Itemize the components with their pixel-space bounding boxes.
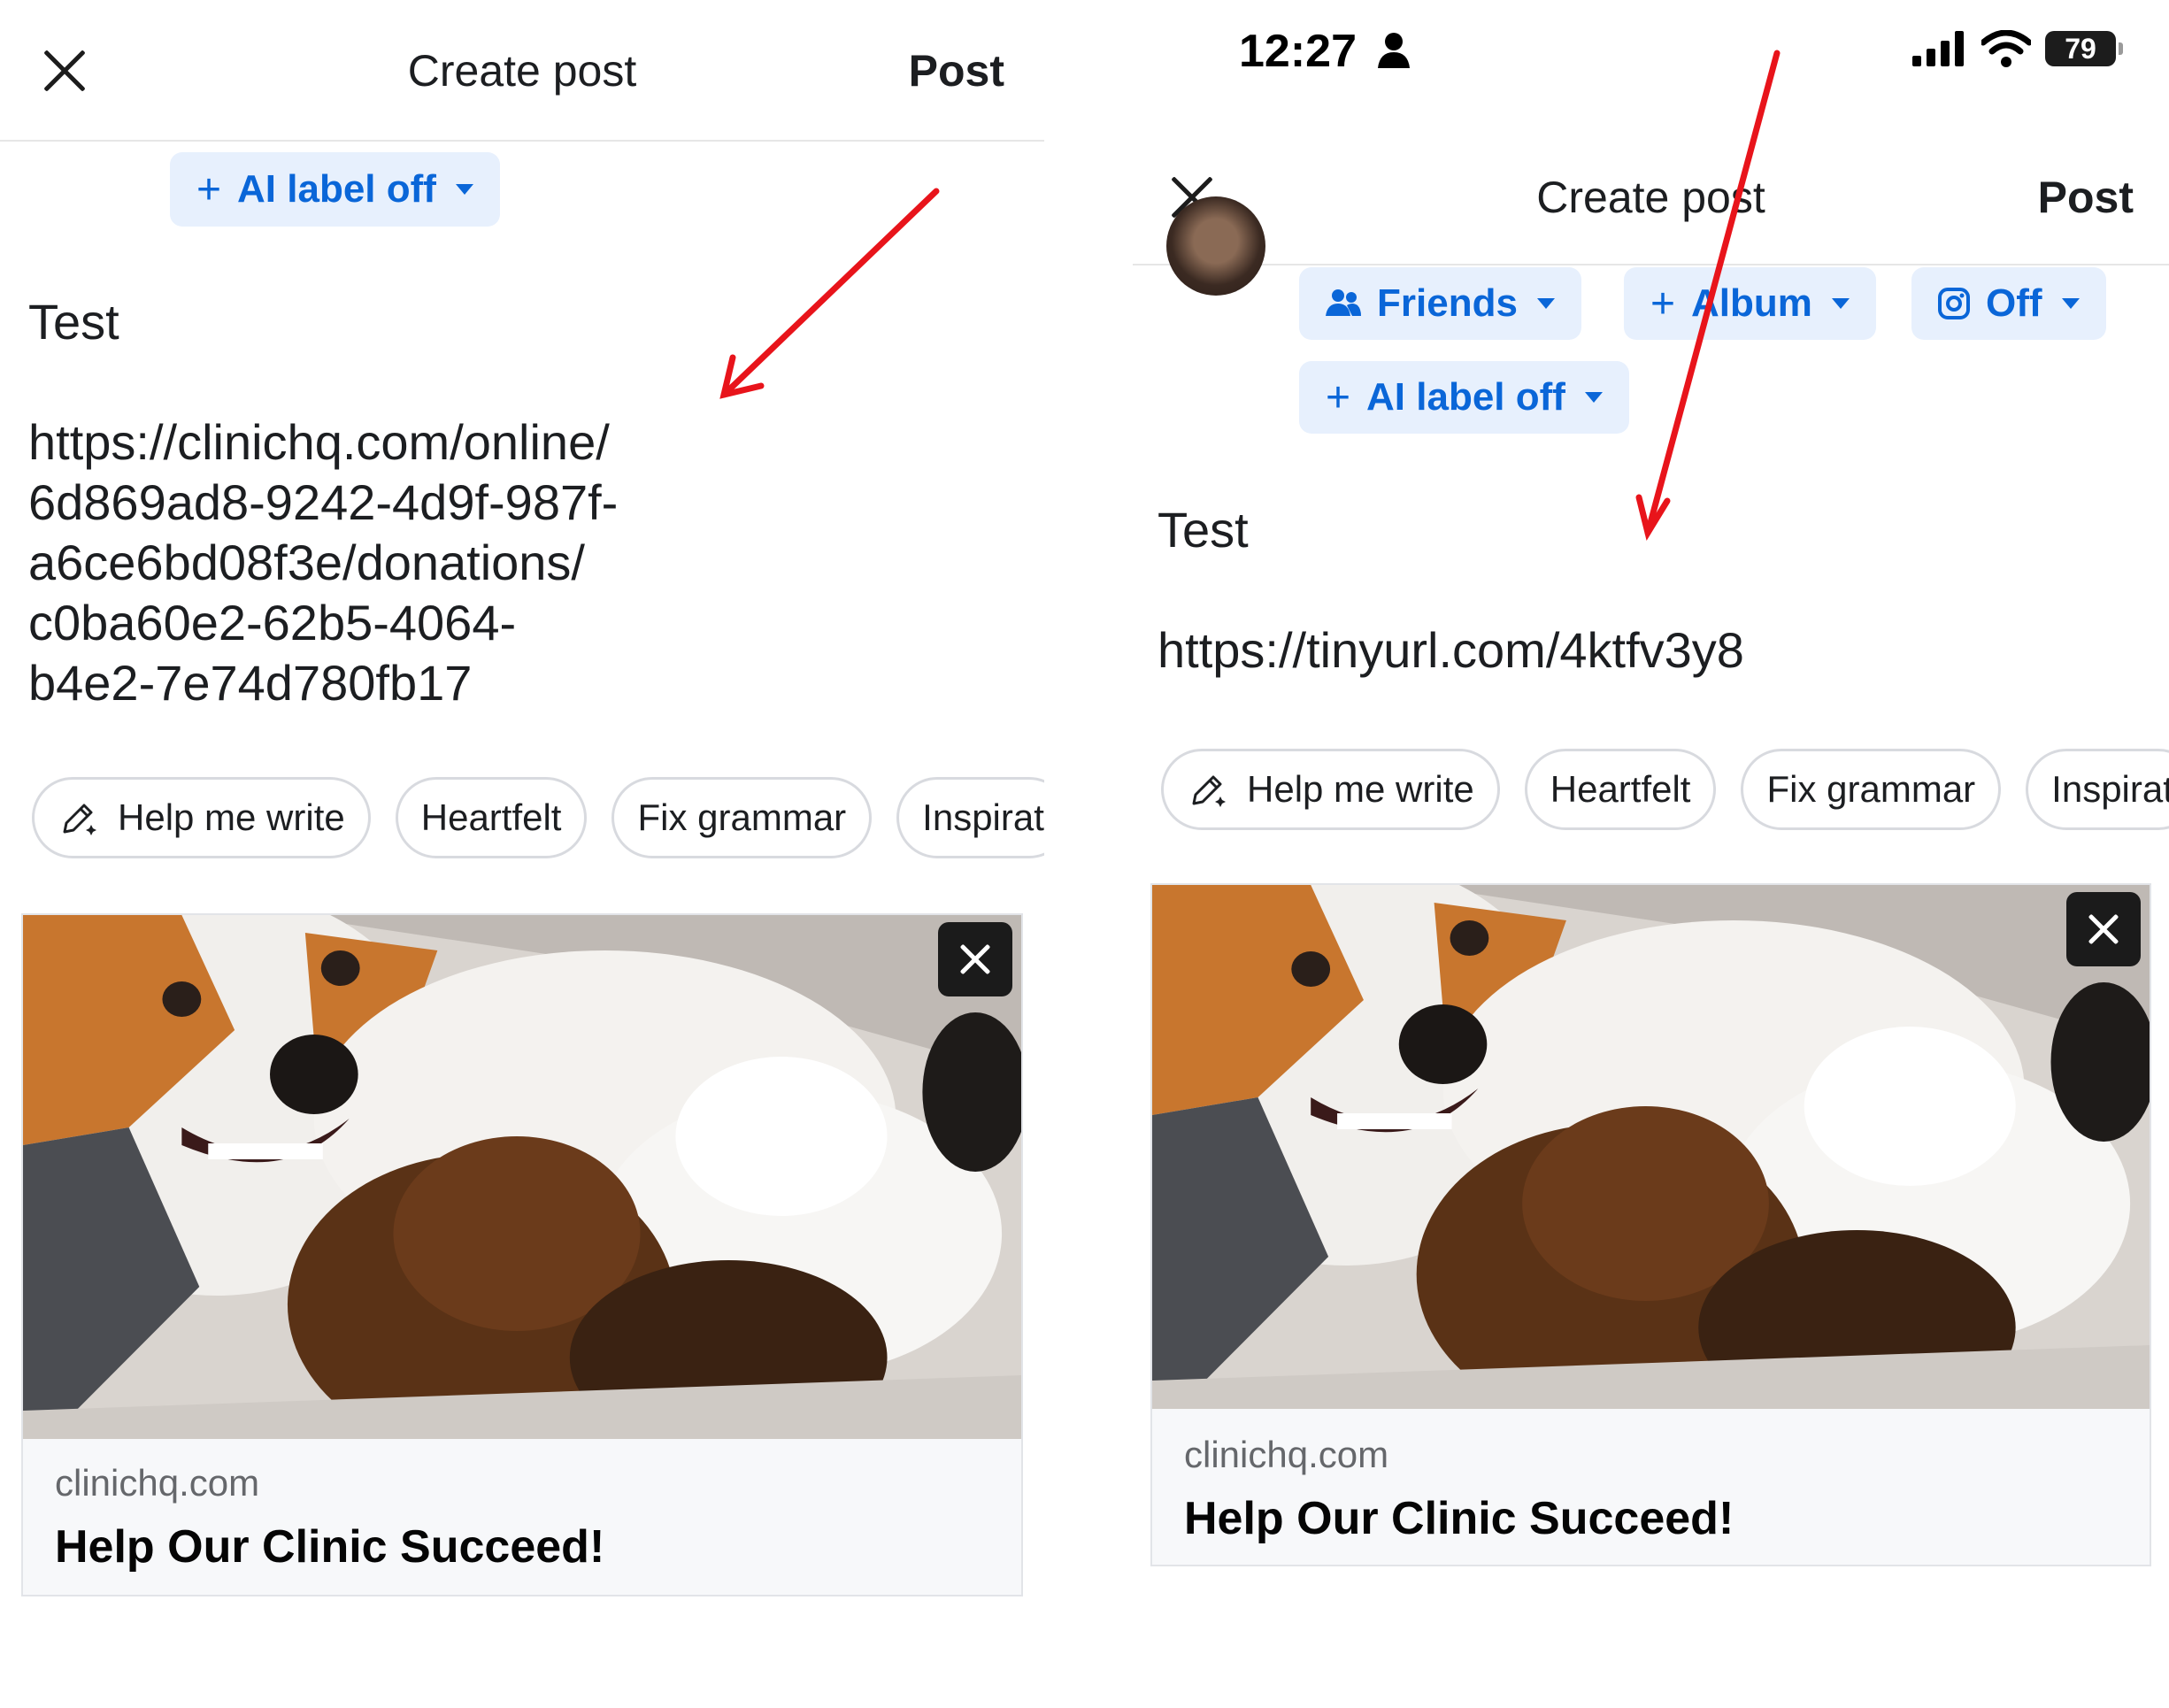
header: Create post Post bbox=[1133, 162, 2169, 233]
chip-label: Inspirat bbox=[2051, 768, 2169, 810]
chip-label: Heartfelt bbox=[1550, 768, 1691, 810]
status-icons: 79 bbox=[1912, 30, 2123, 67]
pencil-sparkle-icon bbox=[63, 804, 96, 835]
preview-title: Help Our Clinic Succeed! bbox=[55, 1521, 605, 1573]
post-body[interactable]: Test https://clinichq.com/online/ 6d869a… bbox=[28, 292, 618, 713]
instagram-label: Off bbox=[1986, 281, 2042, 325]
remove-preview-button[interactable] bbox=[938, 922, 1012, 996]
chip-label: Fix grammar bbox=[1766, 768, 1976, 810]
post-line: a6ce6bd08f3e/donations/ bbox=[28, 535, 585, 590]
page-title: Create post bbox=[407, 46, 637, 96]
caret-down-icon bbox=[1831, 298, 1850, 309]
friends-icon bbox=[1326, 289, 1361, 316]
preview-domain: clinichq.com bbox=[1184, 1434, 1389, 1475]
chip-label: Inspirat bbox=[922, 796, 1044, 838]
suggestion-chips: Help me write Heartfelt Fix grammar Insp… bbox=[32, 777, 1044, 858]
ai-label-text: AI label off bbox=[1366, 375, 1565, 419]
post-button[interactable]: Post bbox=[909, 35, 1004, 106]
pencil-sparkle-icon bbox=[1192, 775, 1226, 807]
help-me-write-chip[interactable]: Help me write bbox=[1161, 749, 1500, 830]
heartfelt-chip[interactable]: Heartfelt bbox=[395, 777, 588, 858]
link-preview[interactable]: clinichq.com Help Our Clinic Succeed! bbox=[21, 913, 1023, 1596]
post-line: 6d869ad8-9242-4d9f-987f- bbox=[28, 474, 619, 530]
header-divider bbox=[1133, 264, 2169, 265]
post-button[interactable]: Post bbox=[2038, 162, 2134, 233]
page-title: Create post bbox=[1536, 173, 1765, 222]
instagram-icon bbox=[1938, 288, 1970, 319]
post-line: b4e2-7e74d780fb17 bbox=[28, 655, 473, 711]
album-pill[interactable]: + Album bbox=[1624, 267, 1876, 340]
suggestion-chips: Help me write Heartfelt Fix grammar Insp… bbox=[1161, 749, 2169, 830]
post-line: https://clinichq.com/online/ bbox=[28, 414, 610, 470]
plus-icon: + bbox=[196, 165, 222, 213]
avatar[interactable] bbox=[1166, 196, 1265, 296]
inspirational-chip[interactable]: Inspirat bbox=[2026, 749, 2169, 830]
album-label: Album bbox=[1691, 281, 1812, 325]
post-line: Test bbox=[28, 294, 119, 350]
plus-icon: + bbox=[1650, 280, 1676, 327]
ai-label-pill[interactable]: + AI label off bbox=[1299, 361, 1629, 434]
wifi-icon bbox=[1981, 30, 2031, 67]
preview-title: Help Our Clinic Succeed! bbox=[1184, 1493, 1734, 1544]
person-icon bbox=[1378, 33, 1411, 68]
friends-label: Friends bbox=[1377, 281, 1518, 325]
signal-icon bbox=[1912, 31, 1964, 66]
post-body[interactable]: Test https://tinyurl.com/4ktfv3y8 bbox=[1158, 500, 1744, 681]
plus-icon: + bbox=[1326, 373, 1351, 421]
battery-level: 79 bbox=[2065, 32, 2096, 65]
fix-grammar-chip[interactable]: Fix grammar bbox=[611, 777, 873, 858]
caret-down-icon bbox=[2061, 298, 2080, 309]
ai-label-pill[interactable]: + AI label off bbox=[170, 152, 500, 227]
preview-image bbox=[23, 915, 1021, 1439]
post-line: https://tinyurl.com/4ktfv3y8 bbox=[1158, 622, 1744, 678]
ai-label-text: AI label off bbox=[237, 167, 436, 211]
left-screenshot: Create post Post + AI label off Test htt… bbox=[0, 0, 1044, 1708]
chip-label: Help me write bbox=[1247, 768, 1474, 810]
caret-down-icon bbox=[1584, 392, 1603, 403]
caret-down-icon bbox=[1536, 298, 1555, 309]
chip-label: Heartfelt bbox=[420, 796, 562, 838]
post-line: c0ba60e2-62b5-4064- bbox=[28, 595, 517, 650]
chip-label: Fix grammar bbox=[637, 796, 847, 838]
post-line: Test bbox=[1158, 502, 1249, 558]
chip-label: Help me write bbox=[118, 796, 345, 838]
status-time: 12:27 bbox=[1239, 25, 1411, 78]
audience-friends-pill[interactable]: Friends bbox=[1299, 267, 1581, 340]
help-me-write-chip[interactable]: Help me write bbox=[32, 777, 371, 858]
preview-domain: clinichq.com bbox=[55, 1462, 260, 1504]
remove-preview-button[interactable] bbox=[2066, 892, 2141, 966]
link-preview[interactable]: clinichq.com Help Our Clinic Succeed! bbox=[1150, 883, 2151, 1566]
right-screenshot: 12:27 79 Create post Post Friends + Albu… bbox=[1133, 0, 2169, 1708]
caret-down-icon bbox=[455, 184, 473, 195]
fix-grammar-chip[interactable]: Fix grammar bbox=[1741, 749, 2002, 830]
inspirational-chip[interactable]: Inspirat bbox=[896, 777, 1044, 858]
status-time-text: 12:27 bbox=[1239, 26, 1357, 77]
header: Create post Post bbox=[0, 35, 1044, 106]
preview-image bbox=[1152, 885, 2150, 1409]
header-divider bbox=[0, 140, 1044, 142]
instagram-share-pill[interactable]: Off bbox=[1911, 267, 2106, 340]
heartfelt-chip[interactable]: Heartfelt bbox=[1524, 749, 1717, 830]
battery-icon: 79 bbox=[2045, 31, 2123, 66]
